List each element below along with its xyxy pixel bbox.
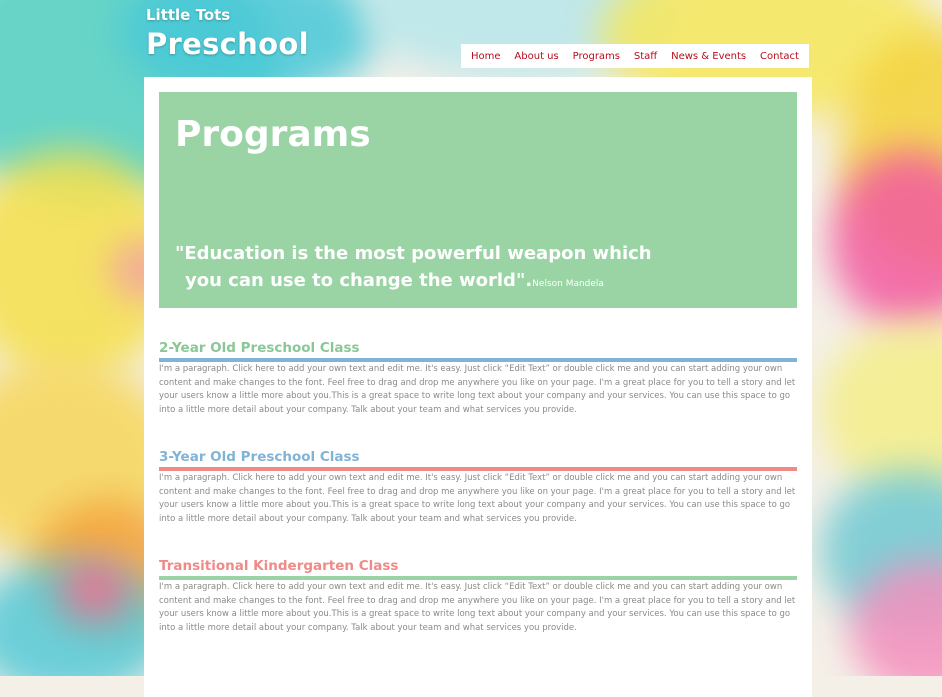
main-content: Programs "Education is the most powerful… [144,77,812,697]
quote-line-2: you can use to change the world". [185,270,533,291]
section-divider [159,576,797,580]
hero-banner: Programs "Education is the most powerful… [159,92,797,308]
section-paragraph: I'm a paragraph. Click here to add your … [159,473,796,524]
program-section-3-year: 3-Year Old Preschool Class I'm a paragra… [159,449,797,526]
section-title: 2-Year Old Preschool Class [159,340,360,356]
nav-news-events[interactable]: News & Events [671,51,746,62]
section-title: Transitional Kindergarten Class [159,558,399,574]
hero-quote: "Education is the most powerful weapon w… [175,240,652,298]
paint-splash [60,560,130,620]
quote-line-1: "Education is the most powerful weapon w… [175,243,652,264]
nav-programs[interactable]: Programs [573,51,620,62]
program-section-2-year: 2-Year Old Preschool Class I'm a paragra… [159,340,797,417]
main-nav: Home About us Programs Staff News & Even… [461,44,809,68]
section-paragraph: I'm a paragraph. Click here to add your … [159,582,796,633]
brand-subtitle: Little Tots [146,6,231,24]
nav-home[interactable]: Home [471,51,501,62]
quote-author: Nelson Mandela [532,279,604,289]
section-divider [159,467,797,471]
program-section-transitional-k: Transitional Kindergarten Class I'm a pa… [159,558,797,635]
page-title: Programs [175,114,371,155]
nav-staff[interactable]: Staff [634,51,657,62]
nav-about-us[interactable]: About us [514,51,558,62]
section-title: 3-Year Old Preschool Class [159,449,360,465]
section-divider [159,358,797,362]
nav-contact[interactable]: Contact [760,51,799,62]
site-logo[interactable]: Little Tots Preschool [146,6,309,61]
quote-line-2-wrap: you can use to change the world".Nelson … [175,267,652,298]
section-paragraph: I'm a paragraph. Click here to add your … [159,364,796,415]
brand-title: Preschool [146,27,309,61]
